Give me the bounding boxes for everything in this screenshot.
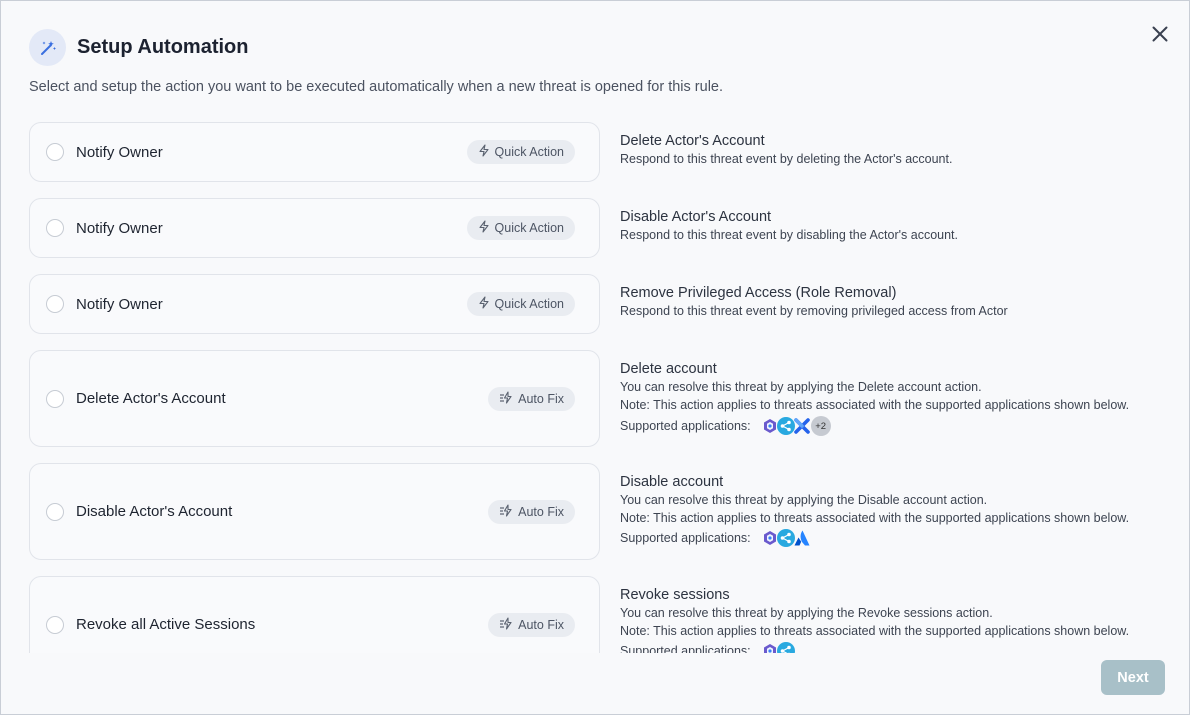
more-apps-badge[interactable]: +2 xyxy=(810,416,831,436)
action-option-card[interactable]: Notify Owner Quick Action xyxy=(29,198,600,258)
action-description-title: Delete Actor's Account xyxy=(620,133,765,149)
radio-button[interactable] xyxy=(46,143,64,161)
action-description-title: Disable Actor's Account xyxy=(620,209,772,225)
share-app-icon xyxy=(776,642,795,653)
action-description: Remove Privileged Access (Role Removal) … xyxy=(620,274,1008,334)
action-row: Disable Actor's Account Auto Fix Disable… xyxy=(29,463,1179,560)
action-description-title: Disable account xyxy=(620,474,724,490)
auto-fix-icon xyxy=(499,390,513,407)
atlassian-app-icon xyxy=(793,529,811,547)
radio-button[interactable] xyxy=(46,295,64,313)
quick-action-badge: Quick Action xyxy=(466,292,575,316)
lightning-icon xyxy=(478,144,490,160)
setup-automation-dialog: Setup Automation Select and setup the ac… xyxy=(0,0,1190,715)
action-description: Disable Actor's Account Respond to this … xyxy=(620,198,958,258)
radio-button[interactable] xyxy=(46,389,64,408)
close-icon[interactable] xyxy=(1149,23,1171,45)
radio-button[interactable] xyxy=(46,615,64,634)
radio-button[interactable] xyxy=(46,502,64,521)
radio-button[interactable] xyxy=(46,219,64,237)
badge-label: Auto Fix xyxy=(518,504,564,519)
action-list[interactable]: Notify Owner Quick Action Delete Actor's… xyxy=(29,122,1179,653)
supported-applications-label: Supported applications: xyxy=(620,644,751,653)
supported-applications-label: Supported applications: xyxy=(620,419,751,433)
supported-applications: Supported applications: +2 xyxy=(620,416,1129,436)
auto-fix-badge: Auto Fix xyxy=(488,612,575,637)
action-description: Delete account You can resolve this thre… xyxy=(620,350,1129,447)
action-option-label: Revoke all Active Sessions xyxy=(76,616,256,633)
action-option-card[interactable]: Disable Actor's Account Auto Fix xyxy=(29,463,600,560)
quick-action-badge: Quick Action xyxy=(466,140,575,164)
action-option-card[interactable]: Notify Owner Quick Action xyxy=(29,122,600,182)
action-option-label: Disable Actor's Account xyxy=(76,503,233,520)
action-option-card[interactable]: Delete Actor's Account Auto Fix xyxy=(29,350,600,447)
action-row: Notify Owner Quick Action Disable Actor'… xyxy=(29,198,1179,258)
action-description-text: Respond to this threat event by deleting… xyxy=(620,152,953,166)
lightning-icon xyxy=(478,220,490,236)
magic-wand-icon xyxy=(29,29,66,66)
action-description-note: Note: This action applies to threats ass… xyxy=(620,398,1130,412)
auto-fix-icon xyxy=(499,503,513,520)
cross-app-icon xyxy=(793,417,811,435)
auto-fix-badge: Auto Fix xyxy=(488,386,575,411)
supported-applications: Supported applications: xyxy=(620,642,1129,653)
action-description-title: Remove Privileged Access (Role Removal) xyxy=(620,285,897,301)
dialog-subtitle: Select and setup the action you want to … xyxy=(29,79,724,95)
badge-label: Auto Fix xyxy=(518,617,564,632)
action-description-text: Respond to this threat event by removing… xyxy=(620,304,1008,318)
action-description-note: Note: This action applies to threats ass… xyxy=(620,511,1130,525)
action-option-label: Notify Owner xyxy=(76,219,163,237)
lightning-icon xyxy=(478,296,490,312)
next-button[interactable]: Next xyxy=(1101,660,1165,695)
action-description-title: Revoke sessions xyxy=(620,587,730,603)
action-description: Delete Actor's Account Respond to this t… xyxy=(620,122,952,182)
action-description: Revoke sessions You can resolve this thr… xyxy=(620,576,1129,653)
action-row: Notify Owner Quick Action Delete Actor's… xyxy=(29,122,1179,182)
badge-label: Quick Action xyxy=(494,145,564,159)
action-description-text: Respond to this threat event by disablin… xyxy=(620,228,959,242)
action-option-card[interactable]: Notify Owner Quick Action xyxy=(29,274,600,334)
action-option-card[interactable]: Revoke all Active Sessions Auto Fix xyxy=(29,576,600,653)
action-description-text: You can resolve this threat by applying … xyxy=(620,380,982,394)
action-description-text: You can resolve this threat by applying … xyxy=(620,606,993,620)
auto-fix-badge: Auto Fix xyxy=(488,499,575,524)
dialog-header: Setup Automation xyxy=(29,29,248,66)
supported-applications-label: Supported applications: xyxy=(620,531,751,545)
action-row: Delete Actor's Account Auto Fix Delete a… xyxy=(29,350,1179,447)
action-description-text: You can resolve this threat by applying … xyxy=(620,493,988,507)
dialog-title: Setup Automation xyxy=(77,36,249,58)
action-row: Notify Owner Quick Action Remove Privile… xyxy=(29,274,1179,334)
quick-action-badge: Quick Action xyxy=(466,216,575,240)
action-description-title: Delete account xyxy=(620,361,717,377)
action-description-note: Note: This action applies to threats ass… xyxy=(620,624,1130,638)
action-option-label: Delete Actor's Account xyxy=(76,390,226,407)
badge-label: Quick Action xyxy=(494,221,564,235)
badge-label: Quick Action xyxy=(494,297,564,311)
action-row: Revoke all Active Sessions Auto Fix Revo… xyxy=(29,576,1179,653)
action-option-label: Notify Owner xyxy=(76,295,163,313)
badge-label: Auto Fix xyxy=(518,391,564,406)
auto-fix-icon xyxy=(499,616,513,633)
supported-applications: Supported applications: xyxy=(620,529,1129,547)
action-description: Disable account You can resolve this thr… xyxy=(620,463,1129,560)
action-option-label: Notify Owner xyxy=(76,143,163,161)
